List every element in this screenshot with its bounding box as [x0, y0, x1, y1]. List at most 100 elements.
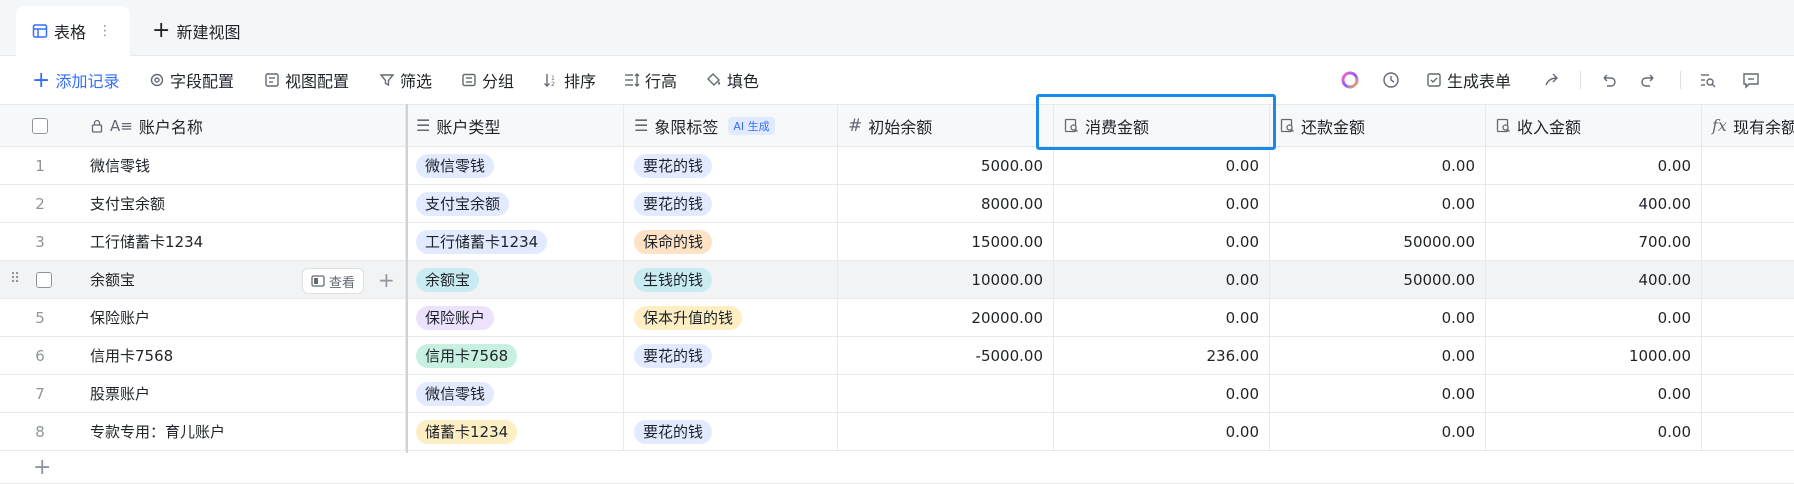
cell-account-type[interactable]: 工行储蓄卡1234 — [406, 223, 624, 260]
cell-spend-amount[interactable]: 0.00 — [1054, 185, 1270, 222]
cell-repay-amount[interactable]: 0.00 — [1270, 337, 1486, 374]
table-row[interactable]: 2 支付宝余额 支付宝余额 要花的钱 8000.00 0.00 0.00 400… — [0, 185, 1794, 223]
cell-initial-balance[interactable]: 5000.00 — [838, 147, 1054, 184]
cell-repay-amount[interactable]: 0.00 — [1270, 185, 1486, 222]
view-record-button[interactable]: 查看 — [302, 268, 365, 294]
view-config-button[interactable]: 视图配置 — [264, 56, 349, 104]
cell-repay-amount[interactable]: 0.00 — [1270, 375, 1486, 412]
search-icon[interactable] — [1699, 56, 1717, 104]
row-checkbox[interactable] — [36, 272, 52, 288]
add-record-button[interactable]: + 添加记录 — [32, 56, 119, 104]
cell-initial-balance[interactable]: 8000.00 — [838, 185, 1054, 222]
redo-icon[interactable] — [1640, 56, 1658, 104]
cell-spend-amount[interactable]: 0.00 — [1054, 261, 1270, 298]
cell-spend-amount[interactable]: 236.00 — [1054, 337, 1270, 374]
cell-account-type[interactable]: 支付宝余额 — [406, 185, 624, 222]
cell-quadrant-tag[interactable]: 生钱的钱 — [624, 261, 838, 298]
cell-initial-balance[interactable] — [838, 375, 1054, 412]
table-row[interactable]: 3 工行储蓄卡1234 工行储蓄卡1234 保命的钱 15000.00 0.00… — [0, 223, 1794, 261]
cell-account-type[interactable]: 保险账户 — [406, 299, 624, 336]
cell-income-amount[interactable]: 0.00 — [1486, 375, 1702, 412]
cell-account-type[interactable]: 储蓄卡1234 — [406, 413, 624, 450]
undo-icon[interactable] — [1599, 56, 1617, 104]
cell-account-name[interactable]: 微信零钱 — [80, 147, 406, 184]
cell-account-name[interactable]: 股票账户 — [80, 375, 406, 412]
ai-assistant-icon[interactable] — [1340, 56, 1360, 104]
cell-income-amount[interactable]: 400.00 — [1486, 185, 1702, 222]
share-icon[interactable] — [1543, 56, 1561, 104]
cell-spend-amount[interactable]: 0.00 — [1054, 299, 1270, 336]
add-row-button[interactable]: + — [0, 453, 1794, 484]
column-header-spend-amount[interactable]: 消费金额 — [1054, 105, 1270, 146]
frozen-column-divider[interactable] — [406, 104, 408, 453]
cell-income-amount[interactable]: 400.00 — [1486, 261, 1702, 298]
cell-repay-amount[interactable]: 50000.00 — [1270, 223, 1486, 260]
tab-grid-view[interactable]: 表格 ⋮ — [16, 6, 130, 56]
column-header-repay-amount[interactable]: 还款金额 — [1270, 105, 1486, 146]
add-row-below-icon[interactable]: + — [378, 269, 395, 291]
comment-icon[interactable] — [1742, 56, 1760, 104]
cell-current-balance[interactable] — [1702, 185, 1794, 222]
column-header-current-balance[interactable]: fx 现有余额 — [1702, 105, 1794, 146]
filter-button[interactable]: 筛选 — [379, 56, 432, 104]
cell-current-balance[interactable] — [1702, 147, 1794, 184]
cell-quadrant-tag[interactable]: 要花的钱 — [624, 147, 838, 184]
field-config-button[interactable]: 字段配置 — [149, 56, 234, 104]
tab-more-icon[interactable]: ⋮ — [98, 23, 112, 39]
cell-account-type[interactable]: 信用卡7568 — [406, 337, 624, 374]
cell-current-balance[interactable] — [1702, 413, 1794, 450]
cell-initial-balance[interactable] — [838, 413, 1054, 450]
cell-income-amount[interactable]: 1000.00 — [1486, 337, 1702, 374]
cell-initial-balance[interactable]: 20000.00 — [838, 299, 1054, 336]
cell-initial-balance[interactable]: -5000.00 — [838, 337, 1054, 374]
cell-account-type[interactable]: 微信零钱 — [406, 147, 624, 184]
new-view-button[interactable]: + 新建视图 — [152, 6, 240, 56]
cell-repay-amount[interactable]: 0.00 — [1270, 147, 1486, 184]
table-row[interactable]: 5 保险账户 保险账户 保本升值的钱 20000.00 0.00 0.00 0.… — [0, 299, 1794, 337]
cell-account-name[interactable]: 支付宝余额 — [80, 185, 406, 222]
cell-quadrant-tag[interactable] — [624, 375, 838, 412]
row-height-button[interactable]: 行高 — [624, 56, 677, 104]
table-row[interactable]: 6 信用卡7568 信用卡7568 要花的钱 -5000.00 236.00 0… — [0, 337, 1794, 375]
cell-spend-amount[interactable]: 0.00 — [1054, 223, 1270, 260]
column-header-account-type[interactable]: ☰ 账户类型 — [406, 105, 624, 146]
cell-income-amount[interactable]: 0.00 — [1486, 413, 1702, 450]
cell-quadrant-tag[interactable]: 要花的钱 — [624, 413, 838, 450]
column-header-income-amount[interactable]: 收入金额 — [1486, 105, 1702, 146]
column-header-account-name[interactable]: A≡ 账户名称 — [80, 105, 406, 146]
column-header-initial-balance[interactable]: # 初始余额 — [838, 105, 1054, 146]
cell-account-name[interactable]: 保险账户 — [80, 299, 406, 336]
cell-quadrant-tag[interactable]: 保本升值的钱 — [624, 299, 838, 336]
cell-current-balance[interactable] — [1702, 337, 1794, 374]
cell-account-type[interactable]: 微信零钱 — [406, 375, 624, 412]
table-row[interactable]: ⠿ 余额宝 查看 + 余额宝 生钱的钱 10000.00 0.00 50000.… — [0, 261, 1794, 299]
cell-current-balance[interactable] — [1702, 375, 1794, 412]
cell-income-amount[interactable]: 0.00 — [1486, 299, 1702, 336]
cell-spend-amount[interactable]: 0.00 — [1054, 413, 1270, 450]
cell-initial-balance[interactable]: 15000.00 — [838, 223, 1054, 260]
cell-quadrant-tag[interactable]: 要花的钱 — [624, 185, 838, 222]
cell-spend-amount[interactable]: 0.00 — [1054, 147, 1270, 184]
cell-income-amount[interactable]: 0.00 — [1486, 147, 1702, 184]
cell-income-amount[interactable]: 700.00 — [1486, 223, 1702, 260]
generate-form-button[interactable]: 生成表单 — [1426, 56, 1511, 104]
cell-account-name[interactable]: 工行储蓄卡1234 — [80, 223, 406, 260]
cell-spend-amount[interactable]: 0.00 — [1054, 375, 1270, 412]
automation-icon[interactable] — [1382, 56, 1400, 104]
cell-repay-amount[interactable]: 0.00 — [1270, 299, 1486, 336]
cell-current-balance[interactable] — [1702, 223, 1794, 260]
group-button[interactable]: 分组 — [461, 56, 514, 104]
cell-repay-amount[interactable]: 50000.00 — [1270, 261, 1486, 298]
cell-quadrant-tag[interactable]: 要花的钱 — [624, 337, 838, 374]
cell-account-name[interactable]: 专款专用：育儿账户 — [80, 413, 406, 450]
table-row[interactable]: 8 专款专用：育儿账户 储蓄卡1234 要花的钱 0.00 0.00 0.00 — [0, 413, 1794, 451]
column-header-quadrant-tag[interactable]: ☰ 象限标签 AI 生成 — [624, 105, 838, 146]
drag-handle-icon[interactable]: ⠿ — [10, 271, 20, 287]
cell-current-balance[interactable] — [1702, 299, 1794, 336]
cell-initial-balance[interactable]: 10000.00 — [838, 261, 1054, 298]
sort-button[interactable]: 12 排序 — [543, 56, 596, 104]
fill-color-button[interactable]: 填色 — [706, 56, 759, 104]
cell-quadrant-tag[interactable]: 保命的钱 — [624, 223, 838, 260]
table-row[interactable]: 1 微信零钱 微信零钱 要花的钱 5000.00 0.00 0.00 0.00 — [0, 147, 1794, 185]
table-row[interactable]: 7 股票账户 微信零钱 0.00 0.00 0.00 — [0, 375, 1794, 413]
